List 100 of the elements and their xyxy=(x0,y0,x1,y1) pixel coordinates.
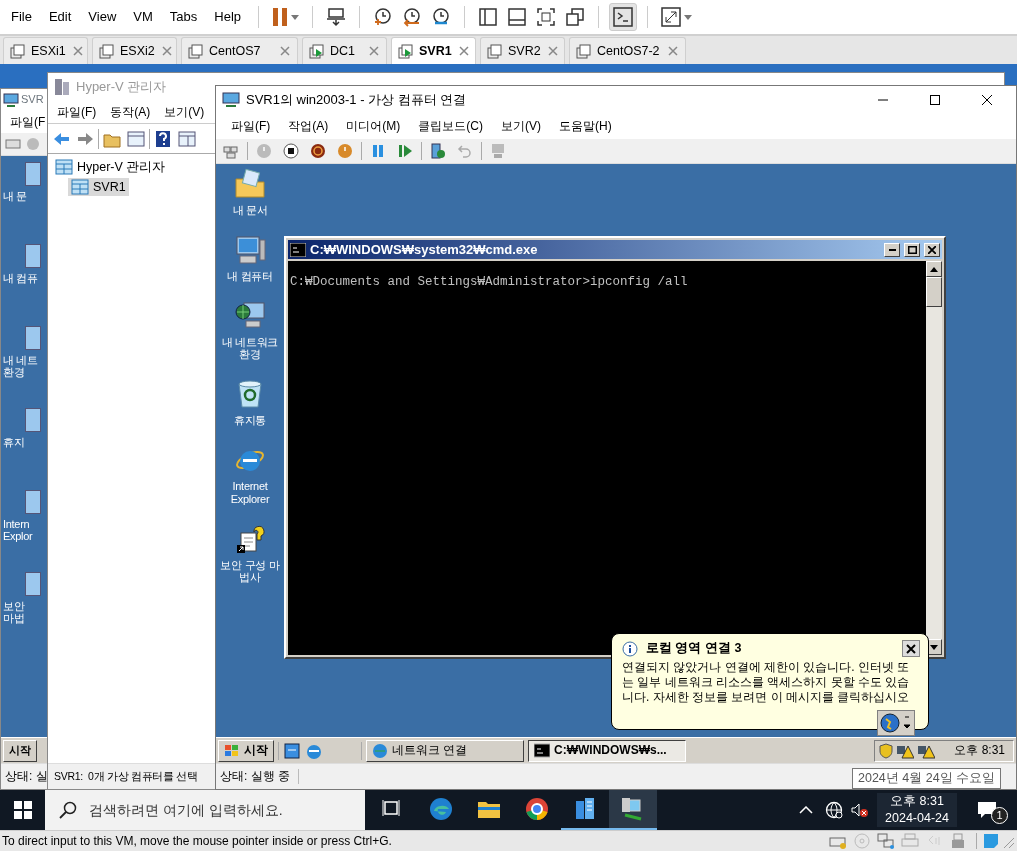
building-icon xyxy=(573,797,597,821)
server-grid-icon xyxy=(55,159,73,176)
menu-item[interactable]: 클립보드(C) xyxy=(413,117,488,136)
vm-tab[interactable]: SVR1 xyxy=(391,37,476,64)
start-button[interactable]: 시작 xyxy=(218,739,274,762)
clock-date[interactable]: 2024-04-24 xyxy=(885,810,949,827)
menu-item[interactable]: VM xyxy=(126,6,160,28)
vm-tab[interactable]: ESXi1 xyxy=(3,37,88,64)
close-icon[interactable] xyxy=(457,45,470,57)
panel-icon xyxy=(127,129,145,148)
menu-item[interactable]: 파일(F) xyxy=(226,117,276,136)
menu-item[interactable]: Edit xyxy=(41,6,79,28)
vm-tab[interactable]: CentOS7-2 xyxy=(569,37,686,64)
keyboard-icon xyxy=(5,138,21,151)
clock-time[interactable]: 오후 8:31 xyxy=(885,793,949,810)
menu-item[interactable]: Tabs xyxy=(162,6,205,28)
tree-item[interactable]: SVR1 xyxy=(68,178,129,197)
close-icon[interactable] xyxy=(368,45,380,57)
globe-icon[interactable] xyxy=(880,713,900,733)
menu-item[interactable]: File xyxy=(4,6,39,28)
vm-tab[interactable]: DC1 xyxy=(302,37,387,64)
caret-icon xyxy=(291,14,300,20)
taskbar-button[interactable]: 네트워크 연결 xyxy=(366,739,524,762)
fit-screen-icon xyxy=(536,7,557,27)
menu-item[interactable]: 파일(F xyxy=(5,113,51,132)
edge-icon xyxy=(429,797,453,821)
speaker-muted-icon[interactable] xyxy=(851,802,870,818)
icon-label: 보안 마법 xyxy=(3,600,25,625)
menu-item[interactable]: 동작(A) xyxy=(105,103,156,122)
close-icon[interactable] xyxy=(71,45,84,57)
start-button[interactable]: 시작 xyxy=(3,739,37,762)
desktop-icon-label[interactable]: 내 문서 xyxy=(232,204,268,217)
menu-item[interactable]: 작업(A) xyxy=(283,117,334,136)
network-adapter-icon xyxy=(877,832,895,850)
desktop-shortcut-icon xyxy=(25,162,41,187)
status-text: SVR1: 0개 가상 컴퓨터를 선택 xyxy=(53,770,199,783)
monitor-button[interactable] xyxy=(609,790,657,830)
power-icon xyxy=(26,137,40,152)
window-title: Hyper-V 관리자 xyxy=(76,79,167,95)
close-button[interactable] xyxy=(902,640,920,657)
pause-icon xyxy=(272,7,289,27)
caret-icon[interactable] xyxy=(902,713,912,731)
chevron-up-icon[interactable] xyxy=(799,806,814,814)
search-field[interactable]: 검색하려면 여기에 입력하세요. xyxy=(87,800,351,820)
undo-icon xyxy=(457,143,473,159)
chrome-icon xyxy=(525,797,549,821)
tree-item[interactable]: Hyper-V 관리자 xyxy=(52,158,169,177)
icon-label: 내 컴퓨 xyxy=(3,272,38,285)
up-arrow-icon xyxy=(930,266,938,272)
ctrl-alt-del-icon xyxy=(223,143,239,159)
desktop-shortcut-icon xyxy=(25,490,41,515)
desktop-icon-label[interactable]: Internet Explorer xyxy=(219,480,281,505)
power-icon xyxy=(256,143,272,159)
folder-icon xyxy=(234,168,266,200)
caret-icon xyxy=(684,14,693,20)
notification-count: 1 xyxy=(991,807,1008,824)
menu-item[interactable]: 보기(V) xyxy=(159,103,210,122)
server-icon xyxy=(54,78,70,96)
note-icon[interactable] xyxy=(983,833,999,849)
desktop-icon-label[interactable]: 휴지통 xyxy=(233,414,267,427)
pause-icon xyxy=(370,143,386,159)
stop-button[interactable] xyxy=(280,140,302,162)
close-icon[interactable] xyxy=(546,45,559,57)
menu-item[interactable]: 도움말(H) xyxy=(554,117,617,136)
desktop-shortcut-icon xyxy=(25,244,41,269)
console-icon xyxy=(534,742,550,759)
menu-item[interactable]: Help xyxy=(207,6,249,28)
maximize-button[interactable] xyxy=(904,242,920,257)
balloon-title: 로컬 영역 연결 3 xyxy=(646,641,743,656)
send-keys-icon xyxy=(326,7,347,27)
desktop-icon-label[interactable]: 내 네트워크 환경 xyxy=(219,336,281,361)
status-text: 상태: 실행 중 xyxy=(220,769,299,784)
close-icon[interactable] xyxy=(160,45,173,57)
disc-icon xyxy=(853,832,871,850)
console-view-button[interactable] xyxy=(609,3,638,31)
scrollbar-thumb[interactable] xyxy=(926,277,942,307)
vm-tab[interactable]: SVR2 xyxy=(480,37,565,64)
notifications-button[interactable]: 1 xyxy=(957,790,1017,830)
vm-tab[interactable]: CentOS7 xyxy=(181,37,298,64)
shield-icon[interactable] xyxy=(879,742,894,759)
minimize-button[interactable] xyxy=(884,242,900,257)
printer-icon xyxy=(901,832,919,850)
menu-item[interactable]: 파일(F) xyxy=(52,103,102,122)
desktop-icon-label[interactable]: 내 컴퓨터 xyxy=(227,270,273,283)
wrench-clock-icon xyxy=(431,7,452,27)
icon-label: 내 문 xyxy=(3,190,28,203)
vm-tab[interactable]: ESXi2 xyxy=(92,37,177,64)
desktop-icon-label[interactable]: 보안 구성 마법사 xyxy=(219,558,281,583)
menu-item[interactable]: View xyxy=(81,6,124,28)
close-icon[interactable] xyxy=(667,45,679,57)
menu-item[interactable]: 보기(V) xyxy=(496,117,546,136)
taskbar-button[interactable]: C:₩WINDOWS₩s... xyxy=(528,739,686,762)
notification-balloon[interactable]: 로컬 영역 연결 3 연결되지 않았거나 연결에 제한이 있습니다. 인터넷 또는 일부 네트워크 리소스를 액세스하지 못할 수도 있습니다. 자세한 정보를 보려면 이 메시지를 클릭하십시오 xyxy=(611,633,929,730)
search-bar[interactable]: 검색하려면 여기에 입력하세요. xyxy=(45,790,365,830)
menu-item[interactable]: 미디어(M) xyxy=(341,117,406,136)
scrollbar[interactable] xyxy=(926,261,942,655)
close-icon[interactable] xyxy=(279,45,291,57)
console-icon xyxy=(290,242,306,257)
snapshot-icon xyxy=(373,7,394,27)
icon-label: 휴지 xyxy=(3,436,25,449)
